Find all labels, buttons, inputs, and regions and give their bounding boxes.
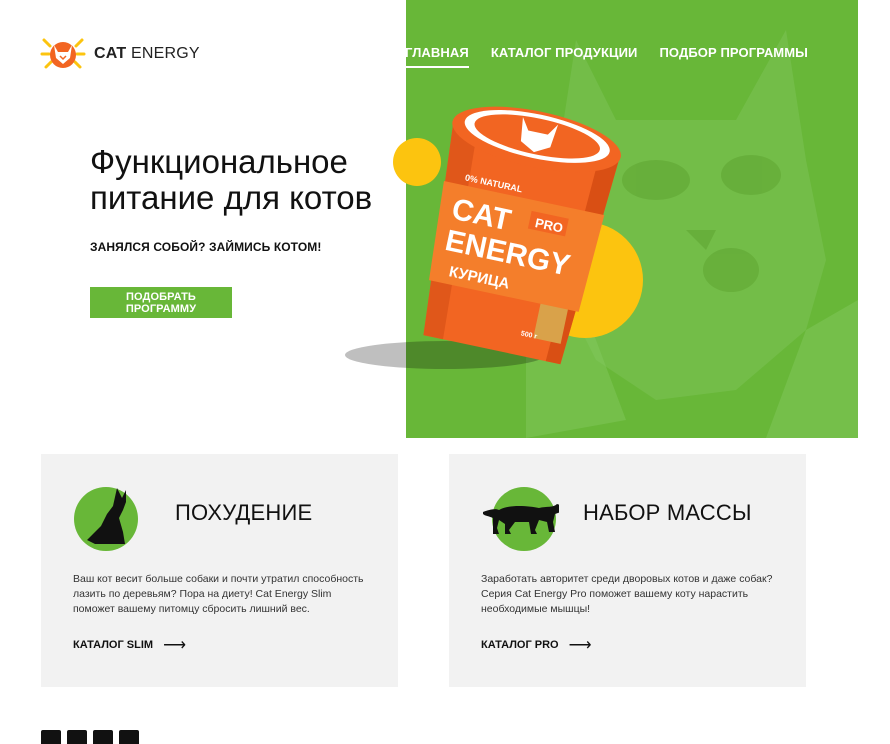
card-description: Заработать авторитет среди дворовых кото… [481, 573, 773, 615]
main-nav: ГЛАВНАЯ КАТАЛОГ ПРОДУКЦИИ ПОДБОР ПРОГРАМ… [405, 45, 808, 68]
panther-icon [483, 487, 559, 551]
card-title: НАБОР МАССЫ [583, 500, 752, 525]
yellow-circle-small [393, 138, 441, 186]
next-section-heading-cut [41, 730, 201, 744]
card-pro: НАБОР МАССЫ Заработать авторитет среди д… [449, 454, 806, 687]
logo[interactable]: CAT ENERGY [40, 34, 200, 74]
nav-item-home[interactable]: ГЛАВНАЯ [405, 45, 469, 68]
card-slim: ПОХУДЕНИЕ Ваш кот весит больше собаки и … [41, 454, 398, 687]
arrow-right-icon: ⟶ [568, 637, 592, 654]
arrow-right-icon: ⟶ [163, 637, 186, 654]
catalog-pro-link[interactable]: КАТАЛОГ PRO ⟶ [481, 635, 592, 655]
catalog-pro-label: КАТАЛОГ PRO [481, 639, 559, 651]
catalog-slim-link[interactable]: КАТАЛОГ SLIM ⟶ [73, 635, 186, 655]
nav-item-program[interactable]: ПОДБОР ПРОГРАММЫ [659, 45, 808, 68]
logo-bold-text: CAT [94, 45, 127, 62]
cat-logo-icon [40, 38, 86, 69]
product-jar: 0% NATURAL CAT PRO ENERGY КУРИЦА 500 г [335, 80, 655, 390]
card-title: ПОХУДЕНИЕ [175, 500, 313, 525]
nav-item-catalog[interactable]: КАТАЛОГ ПРОДУКЦИИ [491, 45, 638, 68]
hero-subtitle: ЗАНЯЛСЯ СОБОЙ? ЗАЙМИСЬ КОТОМ! [90, 240, 322, 254]
card-description: Ваш кот весит больше собаки и почти утра… [73, 573, 364, 615]
sitting-cat-icon [74, 487, 138, 551]
logo-light-text: ENERGY [130, 45, 200, 62]
catalog-slim-label: КАТАЛОГ SLIM [73, 639, 154, 651]
pick-program-button[interactable]: ПОДОБРАТЬ ПРОГРАММУ [90, 287, 232, 318]
